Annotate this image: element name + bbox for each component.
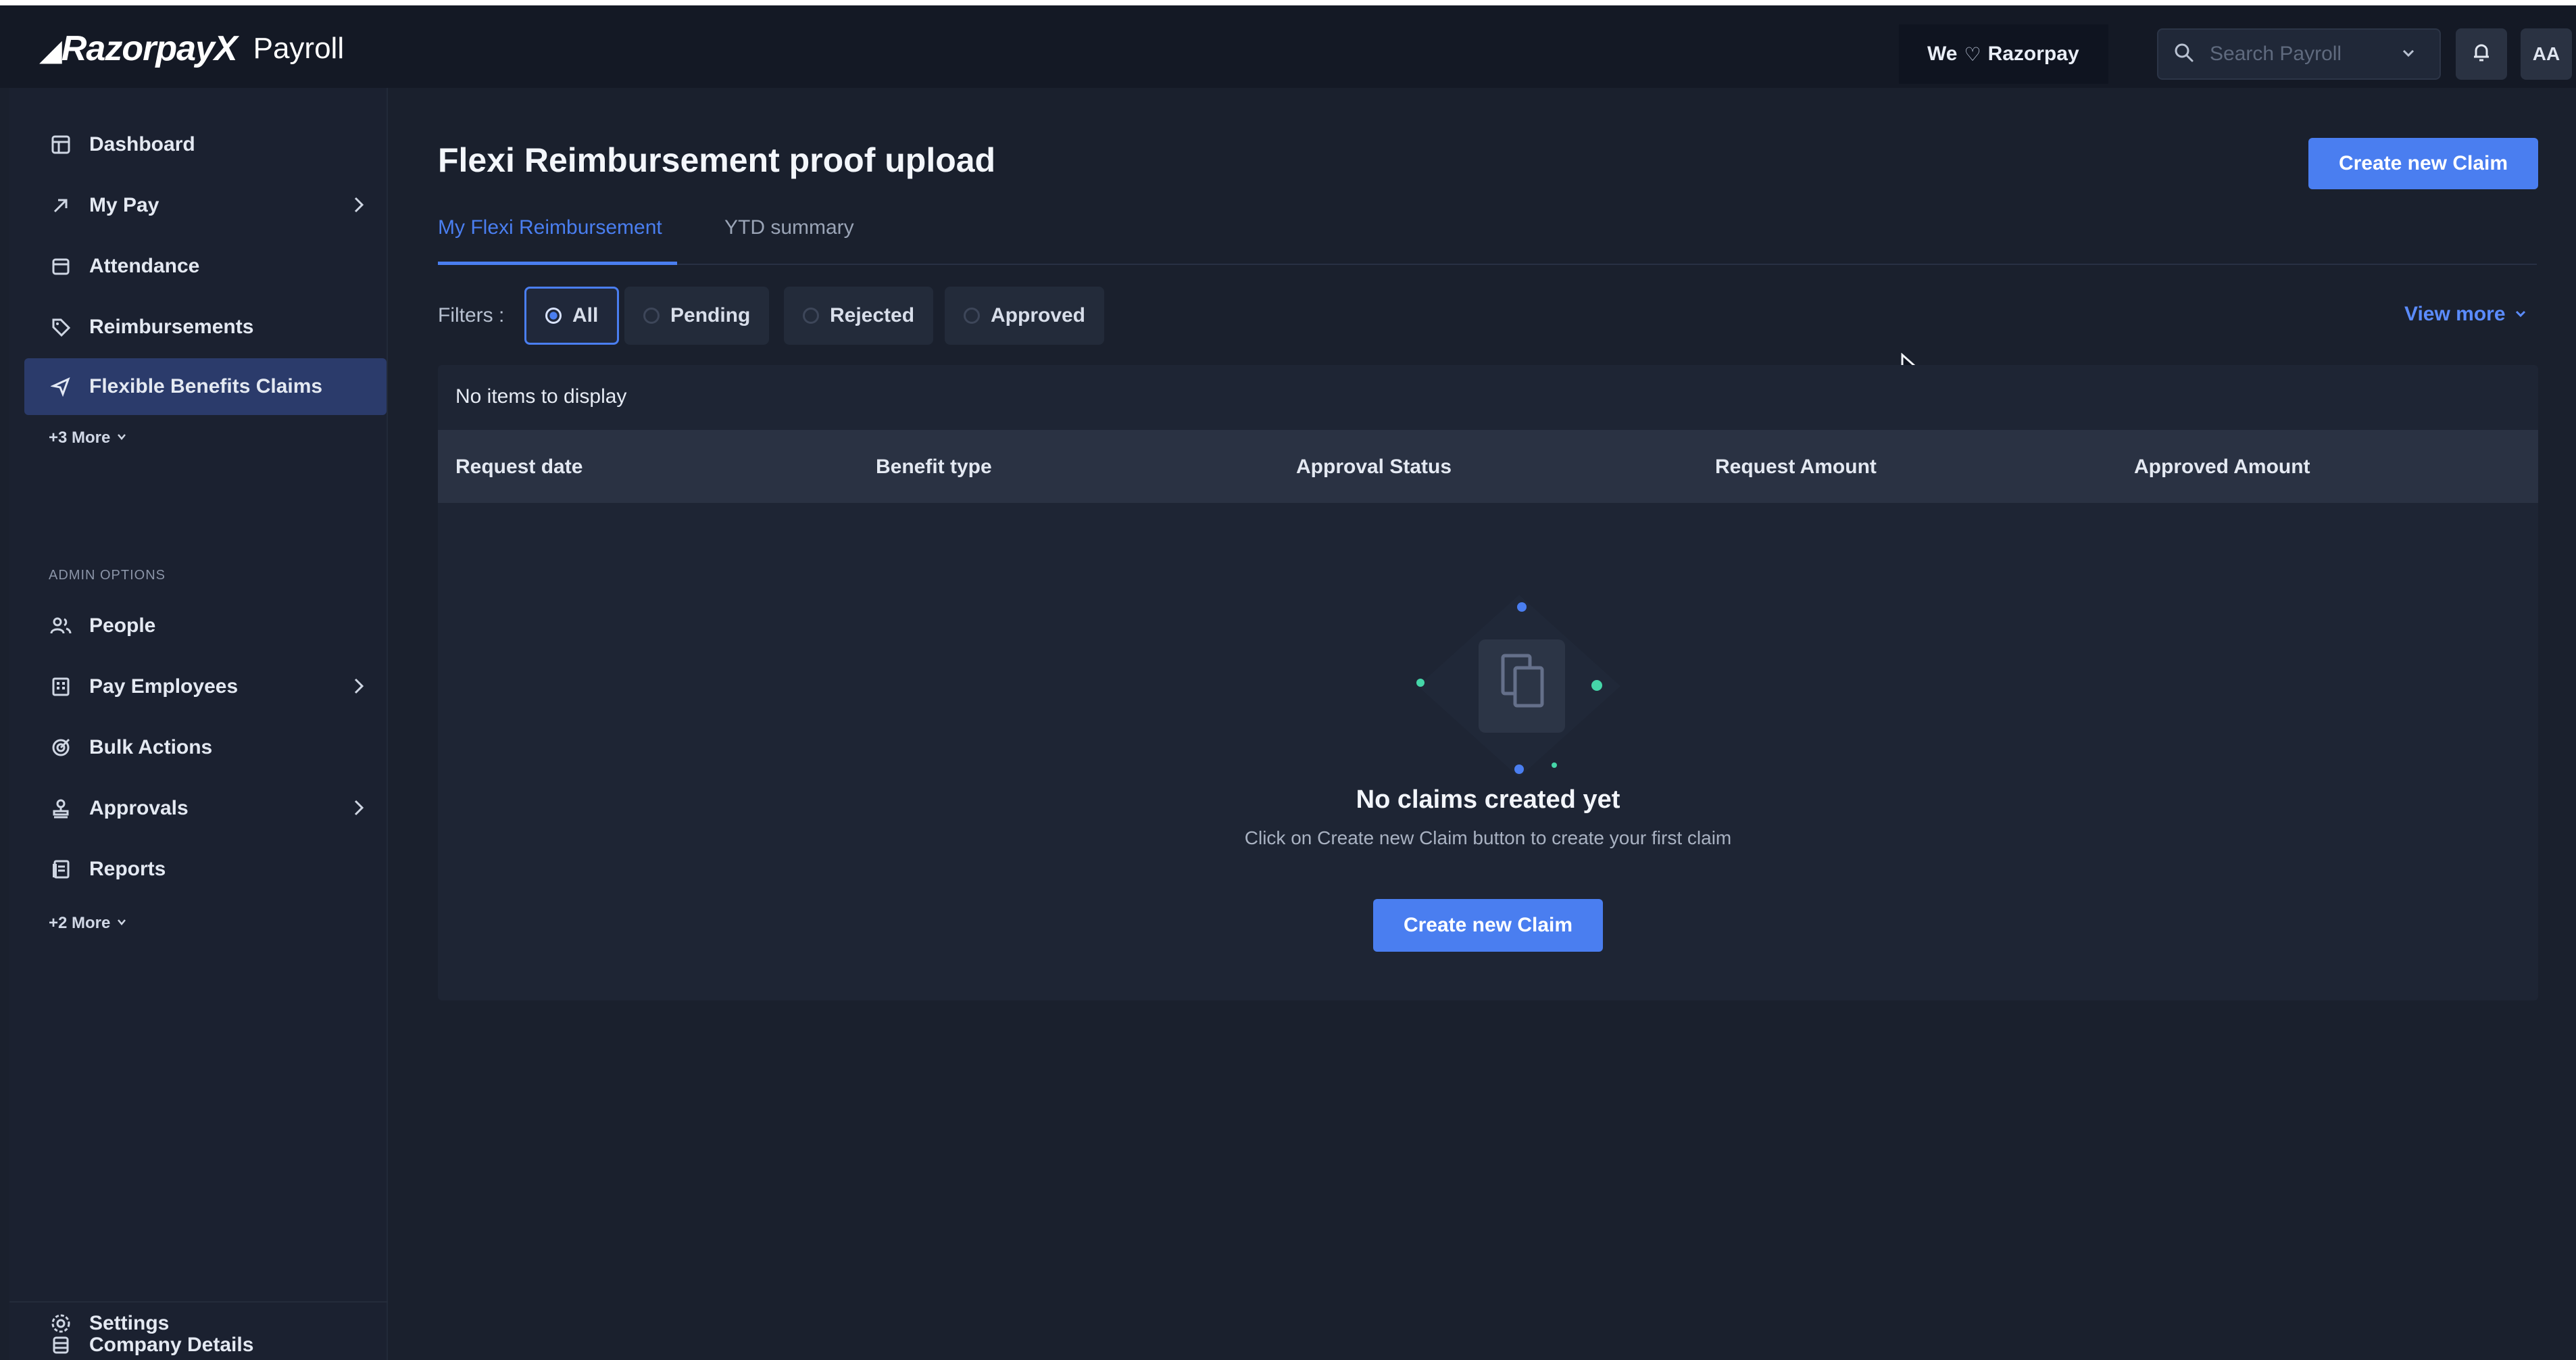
tagline: We ♡ Razorpay	[1899, 24, 2108, 84]
search-input[interactable]	[2210, 43, 2385, 66]
create-claim-empty-button[interactable]: Create new Claim	[1373, 899, 1603, 952]
tab-bar: My Flexi Reimbursement YTD summary	[438, 216, 2537, 265]
sidebar-item-label: Dashboard	[89, 133, 195, 155]
chevron-down-icon[interactable]	[2400, 45, 2417, 64]
sidebar-item-people[interactable]: People	[24, 598, 387, 654]
admin-options-label: ADMIN OPTIONS	[49, 568, 166, 583]
sidebar-item-flexible-benefits-claims[interactable]: Flexible Benefits Claims	[24, 358, 387, 415]
layout-icon	[49, 132, 73, 157]
filter-label: Rejected	[830, 304, 915, 326]
chevron-down-icon	[2514, 303, 2527, 326]
tagline-company: Razorpay	[1987, 43, 2079, 65]
sidebar-item-pay-employees[interactable]: Pay Employees	[24, 658, 387, 715]
empty-state-illustration	[1416, 595, 1620, 777]
column-header[interactable]: Approved Amount	[2134, 456, 2310, 479]
tab-my-flexi-reimbursement[interactable]: My Flexi Reimbursement	[438, 216, 677, 265]
document-icon	[49, 857, 73, 881]
building-icon	[49, 675, 73, 699]
sidebar-item-label: Pay Employees	[89, 675, 239, 698]
sidebar-item-label: Bulk Actions	[89, 736, 213, 758]
sidebar-more-1[interactable]: +3 More	[49, 429, 128, 447]
radio-icon	[643, 308, 660, 324]
gear-icon	[49, 1311, 73, 1336]
radio-icon	[964, 308, 980, 324]
tag-icon	[49, 315, 73, 339]
view-more-link[interactable]: View more	[2404, 303, 2527, 326]
notifications-button[interactable]	[2456, 28, 2507, 80]
filter-pending[interactable]: Pending	[624, 287, 770, 345]
claims-table: No items to display Request date Benefit…	[438, 365, 2538, 1000]
filter-label: Approved	[991, 304, 1086, 326]
brand[interactable]: ◢RazorpayX Payroll	[39, 28, 344, 69]
chevron-right-icon	[351, 796, 366, 825]
filter-rejected[interactable]: Rejected	[784, 287, 934, 345]
chevron-down-icon	[116, 914, 128, 933]
view-more-label: View more	[2404, 303, 2506, 325]
chevron-down-icon	[116, 429, 128, 447]
search-icon	[2173, 42, 2195, 67]
no-items-message: No items to display	[455, 385, 627, 408]
people-icon	[49, 614, 73, 638]
sidebar-item-label: My Pay	[89, 194, 159, 216]
app-window: ◢RazorpayX Payroll We ♡ Razorpay AA	[0, 0, 2576, 1360]
search-box[interactable]	[2157, 28, 2441, 80]
product-name: Payroll	[253, 32, 345, 65]
heart-icon: ♡	[1964, 43, 1981, 65]
more-label: +2 More	[49, 914, 111, 932]
sidebar-item-approvals[interactable]: Approvals	[24, 780, 387, 837]
top-bar: ◢RazorpayX Payroll We ♡ Razorpay AA	[0, 5, 2576, 88]
chevron-right-icon	[351, 675, 366, 703]
tab-ytd-summary[interactable]: YTD summary	[724, 216, 854, 265]
sidebar-item-bulk-actions[interactable]: Bulk Actions	[24, 719, 387, 776]
column-header[interactable]: Request date	[455, 456, 583, 479]
send-icon	[49, 374, 73, 399]
filter-all[interactable]: All	[524, 287, 620, 345]
sidebar-item-label: Settings	[89, 1312, 170, 1334]
target-icon	[49, 735, 73, 760]
arrow-up-right-icon	[49, 193, 73, 218]
sidebar-item-my-pay[interactable]: My Pay	[24, 177, 387, 234]
table-header: Request date Benefit type Approval Statu…	[438, 430, 2538, 503]
create-claim-button[interactable]: Create new Claim	[2308, 138, 2538, 189]
more-label: +3 More	[49, 429, 111, 447]
sidebar: Dashboard My Pay Attendance Reimbursemen…	[9, 88, 388, 1360]
sidebar-item-attendance[interactable]: Attendance	[24, 238, 387, 295]
radio-selected-icon	[545, 308, 562, 324]
sidebar-item-label: Reimbursements	[89, 316, 254, 338]
sidebar-item-settings[interactable]: Settings	[24, 1295, 387, 1352]
filter-approved[interactable]: Approved	[945, 287, 1105, 345]
filter-label: Pending	[670, 304, 751, 326]
sidebar-item-label: People	[89, 614, 156, 637]
tagline-prefix: We	[1927, 43, 1958, 65]
avatar[interactable]: AA	[2521, 28, 2572, 80]
sidebar-item-label: Approvals	[89, 797, 189, 819]
chevron-right-icon	[351, 193, 366, 222]
column-header[interactable]: Approval Status	[1296, 456, 1452, 479]
sidebar-item-dashboard[interactable]: Dashboard	[24, 116, 387, 173]
radio-icon	[803, 308, 819, 324]
stamp-icon	[49, 796, 73, 821]
sidebar-item-label: Flexible Benefits Claims	[89, 375, 323, 397]
sidebar-item-reports[interactable]: Reports	[24, 841, 387, 898]
empty-state-description: Click on Create new Claim button to crea…	[1244, 827, 1732, 848]
page-title: Flexi Reimbursement proof upload	[438, 141, 996, 179]
bell-icon	[2470, 41, 2493, 68]
sidebar-item-label: Reports	[89, 858, 166, 880]
column-header[interactable]: Benefit type	[876, 456, 992, 479]
filters-label: Filters :	[438, 304, 505, 326]
empty-state-title: No claims created yet	[1356, 785, 1620, 814]
calendar-icon	[49, 254, 73, 278]
sidebar-more-2-link[interactable]: +2 More	[49, 914, 128, 933]
sidebar-item-reimbursements[interactable]: Reimbursements	[24, 299, 387, 356]
razorpayx-logo: ◢RazorpayX	[39, 29, 238, 68]
column-header[interactable]: Request Amount	[1715, 456, 1877, 479]
sidebar-item-label: Attendance	[89, 255, 200, 277]
filter-label: All	[572, 304, 599, 326]
